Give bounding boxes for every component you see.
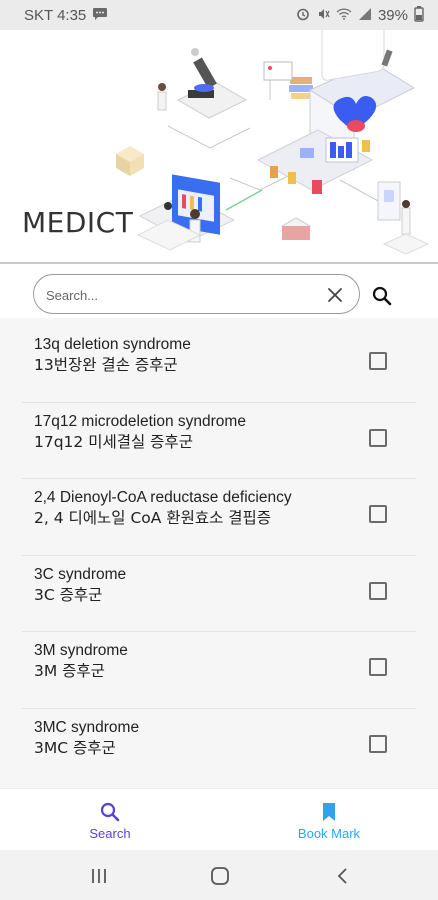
item-english-name: 17q12 microdeletion syndrome	[34, 413, 246, 430]
bookmark-checkbox[interactable]	[369, 352, 387, 370]
item-english-name: 3MC syndrome	[34, 719, 140, 736]
search-box[interactable]	[33, 274, 360, 314]
item-korean-name: 2, 4 디에노일 CoA 환원효소 결핍증	[34, 509, 272, 527]
battery-percent: 39%	[377, 6, 408, 24]
search-icon	[372, 286, 392, 306]
bookmark-checkbox[interactable]	[369, 505, 387, 523]
item-korean-name: 13번장완 결손 증후군	[34, 356, 178, 374]
recents-icon	[92, 869, 106, 883]
nav-search-label: Search	[89, 826, 131, 841]
item-korean-name: 3C 증후군	[34, 586, 103, 604]
chat-bubble-icon	[92, 7, 108, 24]
list-item[interactable]: 3C syndrome 3C 증후군	[0, 548, 438, 624]
system-navigation-bar	[0, 850, 438, 900]
box-illustration	[116, 146, 144, 176]
door-illustration	[377, 181, 411, 235]
storage-illustration	[280, 217, 312, 240]
item-english-name: 13q deletion syndrome	[34, 336, 191, 353]
back-button[interactable]	[332, 865, 354, 887]
scientist-illustration	[157, 83, 167, 111]
search-icon	[100, 802, 120, 822]
signal-icon	[358, 7, 372, 24]
wifi-icon	[336, 7, 352, 24]
back-icon	[337, 868, 347, 884]
item-english-name: 3M syndrome	[34, 642, 128, 659]
battery-icon	[414, 5, 424, 25]
app-title: MEDICT	[22, 206, 134, 239]
alarm-icon	[296, 7, 310, 24]
list-item[interactable]: 13q deletion syndrome 13번장완 결손 증후군	[0, 318, 438, 394]
bookmark-icon	[323, 803, 335, 821]
bookmark-checkbox[interactable]	[369, 582, 387, 600]
item-korean-name: 3M 증후군	[34, 662, 105, 680]
list-item[interactable]: 2,4 Dienoyl-CoA reductase deficiency 2, …	[0, 471, 438, 547]
item-korean-name: 17q12 미세결실 증후군	[34, 433, 193, 451]
search-input[interactable]	[46, 284, 316, 306]
nav-search-tab[interactable]: Search	[50, 789, 170, 851]
home-button[interactable]	[209, 865, 231, 887]
syndrome-list: 13q deletion syndrome 13번장완 결손 증후군 17q12…	[0, 318, 438, 788]
list-item[interactable]: 3MC syndrome 3MC 증후군	[0, 701, 438, 777]
header-banner: MEDICT	[0, 30, 438, 262]
item-korean-name: 3MC 증후군	[34, 739, 116, 757]
home-icon	[211, 867, 229, 885]
recents-button[interactable]	[88, 865, 110, 887]
mute-icon	[316, 7, 330, 24]
pinboard-illustration	[263, 61, 293, 81]
search-button[interactable]	[371, 285, 393, 307]
books-illustration	[289, 77, 313, 99]
microscope-illustration	[176, 48, 248, 119]
bottom-navigation: Search Book Mark	[0, 788, 438, 850]
bookmark-checkbox[interactable]	[369, 735, 387, 753]
bookmark-checkbox[interactable]	[369, 429, 387, 447]
item-english-name: 3C syndrome	[34, 566, 127, 583]
item-english-name: 2,4 Dienoyl-CoA reductase deficiency	[34, 489, 292, 506]
search-bar	[0, 264, 438, 318]
list-item[interactable]: 3M syndrome 3M 증후군	[0, 624, 438, 700]
bookmark-checkbox[interactable]	[369, 658, 387, 676]
nav-bookmark-tab[interactable]: Book Mark	[269, 789, 389, 851]
list-item[interactable]: 17q12 microdeletion syndrome 17q12 미세결실 …	[0, 395, 438, 471]
status-bar: SKT 4:35 39%	[0, 0, 438, 30]
nav-bookmark-label: Book Mark	[297, 826, 361, 841]
clear-search-button[interactable]	[325, 285, 345, 305]
close-icon	[328, 288, 342, 302]
carrier-time: SKT 4:35	[24, 6, 87, 24]
